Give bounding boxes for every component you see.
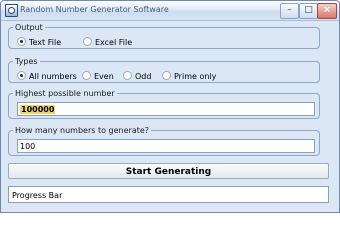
- close-button[interactable]: ×: [317, 3, 337, 19]
- radio-excel-file[interactable]: Excel File: [83, 37, 133, 48]
- maximize-button[interactable]: □: [299, 3, 318, 19]
- minimize-button[interactable]: –: [280, 3, 299, 19]
- maximize-icon: □: [304, 5, 313, 15]
- progress-bar: Progress Bar: [8, 186, 329, 203]
- title-bar[interactable]: Random Number Generator Software – □ ×: [1, 1, 339, 21]
- highest-number-input[interactable]: 100000: [17, 102, 315, 116]
- count-value: 100: [20, 142, 36, 151]
- radio-unselected-icon: [83, 37, 92, 46]
- radio-odd[interactable]: Odd: [123, 71, 152, 82]
- radio-all-numbers[interactable]: All numbers: [17, 71, 77, 82]
- start-generating-button[interactable]: Start Generating: [8, 163, 329, 179]
- close-icon: ×: [323, 5, 331, 15]
- radio-label: Even: [94, 72, 114, 81]
- types-group: Types All numbers Even Odd Prime only: [8, 57, 320, 83]
- radio-unselected-icon: [82, 71, 91, 80]
- radio-label: Odd: [135, 72, 152, 81]
- count-group: How many numbers to generate? 100: [8, 126, 320, 156]
- radio-unselected-icon: [162, 71, 171, 80]
- radio-unselected-icon: [123, 71, 132, 80]
- app-icon: [5, 4, 18, 17]
- radio-label: All numbers: [29, 72, 77, 81]
- progress-label: Progress Bar: [12, 191, 63, 200]
- types-legend: Types: [15, 57, 38, 66]
- window-title: Random Number Generator Software: [20, 5, 169, 14]
- minimize-icon: –: [287, 5, 292, 15]
- highest-number-value: 100000: [20, 105, 56, 114]
- radio-prime-only[interactable]: Prime only: [162, 71, 217, 82]
- radio-even[interactable]: Even: [82, 71, 114, 82]
- radio-label: Excel File: [95, 38, 133, 47]
- count-input[interactable]: 100: [17, 139, 315, 153]
- highest-group: Highest possible number 100000: [8, 89, 320, 119]
- radio-selected-icon: [17, 71, 26, 80]
- output-legend: Output: [15, 23, 43, 32]
- highest-legend: Highest possible number: [15, 89, 115, 98]
- count-legend: How many numbers to generate?: [15, 126, 150, 135]
- radio-text-file[interactable]: Text File: [17, 37, 62, 48]
- radio-label: Text File: [29, 38, 62, 47]
- app-window: Random Number Generator Software – □ × O…: [0, 0, 340, 213]
- radio-selected-icon: [17, 37, 26, 46]
- output-group: Output Text File Excel File: [8, 23, 320, 49]
- radio-label: Prime only: [174, 72, 217, 81]
